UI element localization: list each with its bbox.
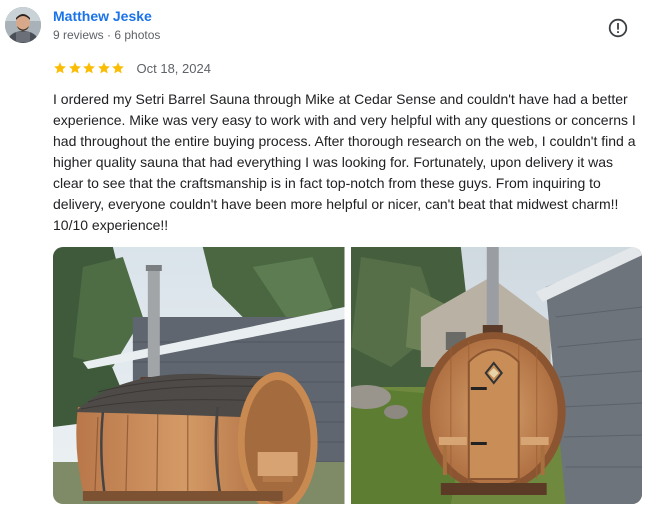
- review-text: I ordered my Setri Barrel Sauna through …: [53, 91, 636, 233]
- review-card: Matthew Jeske 9 reviews · 6 photos Oct 1…: [0, 0, 663, 517]
- star-icon: [83, 62, 95, 74]
- star-rating: [53, 61, 126, 75]
- author-avatar[interactable]: [5, 7, 41, 43]
- author-review-count: 9 reviews · 6 photos: [53, 28, 161, 42]
- star-icon: [97, 62, 110, 74]
- star-icon: [68, 62, 81, 74]
- alert-circle-icon: [608, 18, 628, 38]
- report-review-button[interactable]: [606, 16, 630, 40]
- review-photos: [53, 247, 642, 504]
- rating-row: Oct 18, 2024: [53, 60, 211, 76]
- star-icon: [54, 62, 66, 74]
- barrel-sauna-front-photo: [350, 247, 642, 504]
- barrel-sauna-side-photo: [53, 247, 345, 504]
- review-photo-2[interactable]: [350, 247, 642, 504]
- review-photo-1[interactable]: [53, 247, 345, 504]
- review-date: Oct 18, 2024: [136, 60, 211, 76]
- star-icon: [112, 62, 124, 74]
- avatar-image: [5, 7, 41, 43]
- author-name[interactable]: Matthew Jeske: [53, 8, 152, 24]
